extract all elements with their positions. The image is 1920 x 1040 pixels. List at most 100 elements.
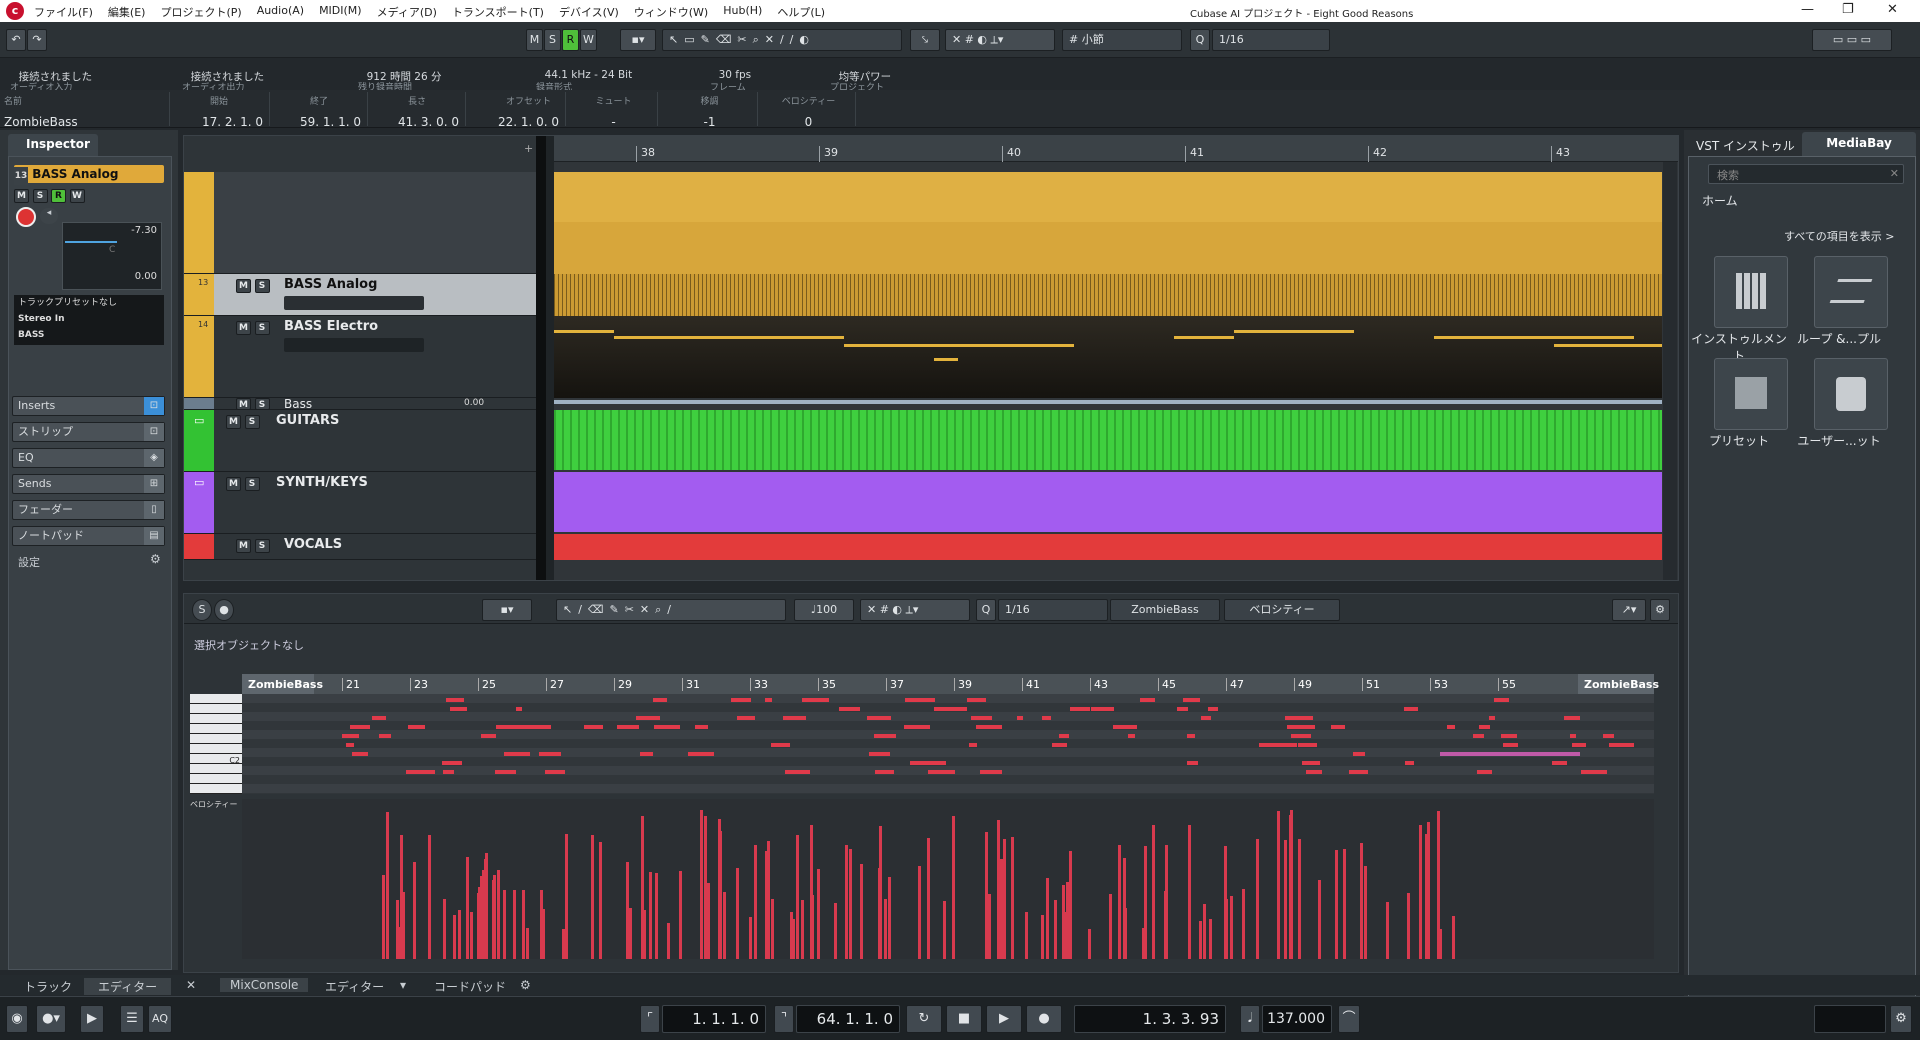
left-locator[interactable]: 1. 1. 1. 0: [662, 1005, 766, 1033]
velocity-bar[interactable]: [1386, 902, 1389, 959]
velocity-bar[interactable]: [723, 892, 726, 959]
velocity-bar[interactable]: [765, 851, 768, 959]
velocity-bar[interactable]: [599, 842, 602, 959]
midi-note[interactable]: [1091, 707, 1114, 711]
undo-icon[interactable]: ↶: [6, 29, 26, 51]
midi-note[interactable]: [500, 725, 525, 729]
track-bass[interactable]: M S Bass 0.00: [184, 397, 544, 411]
midi-note[interactable]: [342, 734, 359, 738]
audio-part-above[interactable]: [554, 172, 1662, 274]
midi-note[interactable]: [662, 725, 680, 729]
user-presets-icon[interactable]: [1814, 358, 1888, 430]
midi-note[interactable]: [765, 698, 772, 702]
velocity-bar[interactable]: [643, 910, 646, 959]
midi-note[interactable]: [640, 752, 653, 756]
menu-help[interactable]: ヘルプ(L): [777, 4, 825, 20]
note-display[interactable]: [242, 694, 1654, 794]
midi-note[interactable]: [1183, 698, 1200, 702]
velocity-bar[interactable]: [718, 819, 721, 959]
editor-mode-icon[interactable]: ▪▾: [482, 599, 532, 621]
midi-note[interactable]: [1477, 770, 1492, 774]
play-icon[interactable]: ▶: [986, 1005, 1022, 1033]
midi-note[interactable]: [1306, 770, 1322, 774]
velocity-bar[interactable]: [1230, 896, 1233, 959]
midi-note[interactable]: [783, 716, 806, 720]
velocity-bar[interactable]: [810, 825, 813, 959]
inspector-track-name[interactable]: 13 BASS Analog: [14, 165, 164, 185]
velocity-bar[interactable]: [849, 849, 852, 959]
midi-note[interactable]: [1570, 734, 1576, 738]
track-solo-button[interactable]: S: [254, 398, 270, 410]
menu-audio[interactable]: Audio(A): [257, 4, 304, 20]
velocity-bar[interactable]: [1318, 880, 1321, 959]
info-offset[interactable]: オフセット 22. 1. 0. 0: [466, 92, 566, 129]
velocity-bar[interactable]: [1298, 839, 1301, 959]
presets-icon[interactable]: [1714, 358, 1788, 430]
midi-note[interactable]: [1285, 716, 1313, 720]
velocity-bar[interactable]: [1041, 915, 1044, 959]
info-mute[interactable]: ミュート -: [566, 92, 658, 129]
info-start[interactable]: 開始 17. 2. 1. 0: [170, 92, 270, 129]
velocity-bar[interactable]: [386, 812, 389, 959]
tab-mixconsole[interactable]: MixConsole: [220, 978, 309, 992]
velocity-bar[interactable]: [988, 894, 991, 959]
velocity-bar[interactable]: [1199, 921, 1202, 959]
input-routing[interactable]: Stereo In: [18, 311, 164, 327]
midi-note[interactable]: [1349, 770, 1368, 774]
velocity-bar[interactable]: [1188, 825, 1191, 959]
velocity-bar[interactable]: [736, 868, 739, 959]
track-solo-button[interactable]: S: [254, 279, 270, 293]
midi-note[interactable]: [1042, 716, 1051, 720]
midi-note[interactable]: [904, 725, 922, 729]
piano-keyboard[interactable]: C2: [190, 694, 242, 794]
velocity-bar[interactable]: [428, 835, 431, 959]
midi-note[interactable]: [971, 716, 992, 720]
midi-note[interactable]: [874, 734, 896, 738]
menu-media[interactable]: メディア(D): [377, 4, 437, 20]
tab-dropdown-icon[interactable]: ▾: [400, 978, 406, 992]
inspector-mute-button[interactable]: M: [14, 189, 29, 203]
midi-note[interactable]: [1331, 725, 1345, 729]
velocity-bar[interactable]: [1088, 929, 1091, 959]
automation-mode-icon[interactable]: ▪▾: [620, 29, 656, 51]
velocity-bar[interactable]: [1118, 845, 1121, 959]
mediabay-home[interactable]: ホーム: [1702, 192, 1738, 209]
velocity-bar[interactable]: [513, 890, 516, 959]
midi-note[interactable]: [504, 752, 530, 756]
velocity-bar[interactable]: [1109, 894, 1112, 959]
velocity-bar[interactable]: [860, 864, 863, 959]
read-mode-button[interactable]: R: [562, 29, 579, 51]
track-controls[interactable]: [284, 296, 424, 310]
midi-note[interactable]: [1353, 752, 1365, 756]
midi-note[interactable]: [967, 698, 981, 702]
tempo-display[interactable]: 137.000: [1262, 1005, 1332, 1033]
tab-mediabay[interactable]: MediaBay: [1802, 132, 1916, 156]
velocity-bar[interactable]: [749, 917, 752, 959]
mute-mode-button[interactable]: M: [526, 29, 543, 51]
midi-note[interactable]: [1405, 761, 1414, 765]
mediabay-search[interactable]: 検索 ✕: [1708, 164, 1904, 184]
midi-note[interactable]: [1268, 743, 1297, 747]
close-icon[interactable]: ✕: [186, 978, 196, 992]
folder-icon[interactable]: ▭: [194, 476, 204, 489]
midi-note[interactable]: [688, 752, 714, 756]
left-locator-icon[interactable]: ⌜: [640, 1005, 660, 1033]
track-mute-button[interactable]: M: [226, 477, 241, 491]
inspector-read-button[interactable]: R: [51, 189, 66, 203]
midi-note[interactable]: [1302, 761, 1320, 765]
fader-section[interactable]: フェーダー ▯: [12, 500, 165, 520]
velocity-bar[interactable]: [700, 810, 703, 959]
tab-track[interactable]: トラック: [24, 978, 72, 995]
cycle-icon[interactable]: ↻: [906, 1005, 942, 1033]
midi-note[interactable]: [443, 770, 454, 774]
tempo-track-icon[interactable]: 𝅘𝅥: [1240, 1005, 1260, 1033]
track-solo-button[interactable]: S: [244, 477, 260, 491]
metronome-icon[interactable]: ●▾: [36, 1005, 66, 1033]
instruments-icon[interactable]: [1714, 256, 1788, 328]
track-solo-button[interactable]: S: [254, 321, 270, 335]
track-mute-button[interactable]: M: [236, 279, 251, 293]
output-routing[interactable]: BASS: [18, 327, 164, 343]
menu-devices[interactable]: デバイス(V): [559, 4, 619, 20]
track-bass-analog[interactable]: 13 M S BASS Analog: [184, 274, 544, 316]
velocity-bar[interactable]: [1360, 843, 1363, 959]
